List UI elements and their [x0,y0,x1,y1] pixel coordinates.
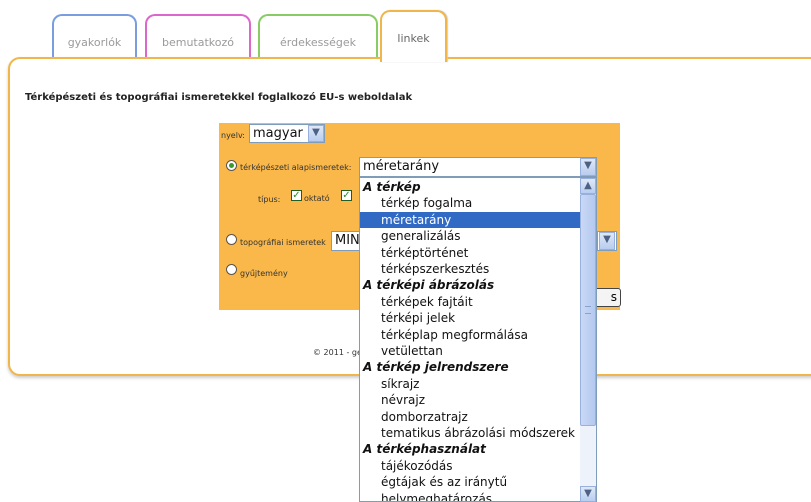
checkbox-second[interactable]: ✓ [341,190,352,201]
dropdown-option[interactable]: égtájak és az iránytű [360,474,580,490]
dropdown-option[interactable]: vetülettan [360,343,580,359]
page-heading: Térképészeti és topográfiai ismeretekkel… [25,92,413,103]
language-label: nyelv: [221,131,245,140]
dropdown-option[interactable]: méretarány [360,211,580,228]
tab-linkek[interactable]: linkek [380,10,447,62]
checkbox-oktato[interactable]: ✓ [291,190,302,201]
dropdown-option[interactable]: domborzatrajz [360,409,580,425]
chevron-down-icon[interactable]: ▼ [599,232,615,250]
checkbox-oktato-label: oktató [304,194,330,203]
dropdown-group-label: A térkép [363,180,421,194]
dropdown-option[interactable]: névrajz [360,392,580,408]
dropdown-group-label: A térképi ábrázolás [363,278,495,293]
basics-select-value: méretarány [363,159,440,174]
topo-select[interactable]: MIN [331,231,361,251]
dropdown-group-label: A térkép jelrendszere [363,360,509,375]
dropdown-group-label: A térképhasználat [363,442,486,457]
chevron-down-icon[interactable]: ▼ [580,486,596,502]
dropdown-option[interactable]: generalizálás [360,228,580,244]
tab-erdekessegek[interactable]: érdekességek [258,14,378,58]
dropdown-option[interactable]: térképi jelek [360,310,580,326]
page-footer: © 2011 - ge [313,348,362,357]
dropdown-list[interactable]: A térkép térkép fogalma méretarány generali… [359,177,597,502]
radio-basics-label: térképészeti alapismeretek: [240,163,352,172]
basics-select[interactable]: méretarány [359,157,597,177]
type-label: típus: [258,195,281,204]
tab-gyakorlok[interactable]: gyakorlók [52,14,137,58]
dropdown-option[interactable]: térképtörténet [360,245,580,261]
radio-topo-label: topográfiai ismeretek [240,238,326,247]
chevron-down-icon[interactable]: ▼ [580,158,596,176]
dropdown-option[interactable]: térképek fajtáit [360,294,580,310]
dropdown-option[interactable]: térkép fogalma [360,195,580,211]
dropdown-option[interactable]: térképlap megformálása [360,327,580,343]
language-select-value: magyar [253,126,303,141]
dropdown-option[interactable]: tájékozódás [360,458,580,474]
dropdown-option[interactable]: helymeghatározás [360,491,580,501]
radio-collection-label: gyűjtemény [240,269,288,278]
chevron-down-icon[interactable]: ▼ [308,125,324,142]
dropdown-option[interactable]: tematikus ábrázolási módszerek [360,425,580,441]
topo-select-value: MIN [335,233,360,248]
dropdown-option[interactable]: térképszerkesztés [360,261,580,277]
radio-collection[interactable] [226,264,237,275]
radio-topo[interactable] [226,234,237,245]
chevron-up-icon[interactable]: ▲ [580,178,596,194]
scrollbar-grip [585,306,591,314]
radio-basics[interactable] [226,160,237,171]
tab-bemutatkozo[interactable]: bemutatkozó [145,14,251,58]
dropdown-option[interactable]: síkrajz [360,376,580,392]
